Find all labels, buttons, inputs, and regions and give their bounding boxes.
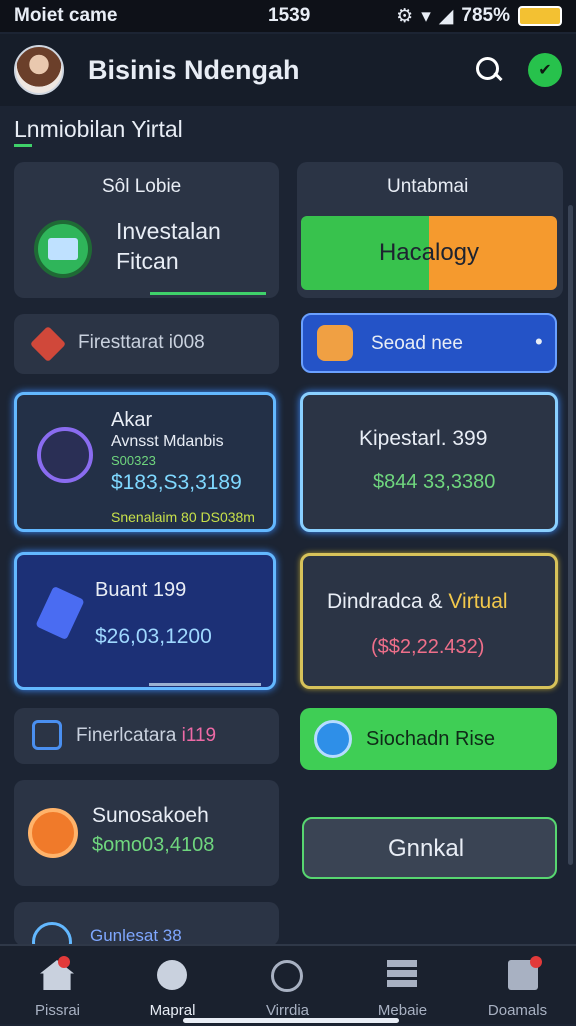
status-bar: Moiet came 1539 ⚙ ▾ ◢ 785%	[0, 0, 576, 32]
document-icon	[35, 585, 85, 641]
more-dot[interactable]: •	[535, 329, 543, 355]
bottom-nav: Pissrai Mapral Virrdia Mebaie Doamals	[0, 944, 576, 1024]
nav-label: Virrdia	[265, 1002, 310, 1019]
card-title: Dindradca & Virtual	[327, 590, 508, 614]
nav-item-4[interactable]: Doamals	[460, 946, 575, 1026]
compass-icon	[271, 960, 303, 992]
avatar[interactable]	[14, 45, 64, 95]
card-title: Sunosakoeh	[92, 804, 209, 827]
chart-up-icon	[37, 427, 93, 483]
nav-label: Pissrai	[34, 1002, 80, 1019]
nav-item-0[interactable]: Pissrai	[0, 946, 115, 1026]
signal-icon: ◢	[438, 5, 454, 27]
nav-label: Doamals	[487, 1002, 548, 1019]
progress-bar	[150, 292, 266, 295]
card-amount: ($$2,22.432)	[371, 636, 485, 658]
button-label: Siochadn Rise	[366, 728, 495, 750]
settings-icon: ⚙	[396, 5, 414, 27]
notification-dot	[530, 956, 542, 968]
list-item-label: Finerlcatara i119	[76, 725, 216, 747]
list-item-label: Seoad nee	[371, 333, 463, 354]
account-card-dindra[interactable]: Dindradca & Virtual ($$2,22.432)	[300, 553, 558, 689]
list-item-fine[interactable]: Finerlcatara i119	[14, 708, 279, 764]
progress-bar	[149, 683, 261, 686]
title-main: Dindradca &	[327, 590, 449, 613]
section-underline	[14, 144, 32, 147]
nav-item-1[interactable]: Mapral	[115, 946, 230, 1026]
account-card-suno[interactable]: Sunosakoeh $omo03,4108	[14, 780, 279, 886]
hacalogy-button[interactable]: Hacalogy	[301, 216, 557, 290]
account-card-partial[interactable]: Gunlesat 38	[14, 902, 279, 946]
link-icon	[32, 720, 62, 750]
nav-item-2[interactable]: Virrdia	[230, 946, 345, 1026]
nav-label: Mebaie	[377, 1002, 428, 1019]
list-item-second[interactable]: Seoad nee •	[301, 313, 557, 373]
card-title: Akar	[111, 409, 153, 431]
notification-dot	[58, 956, 70, 968]
list-item-first[interactable]: Firesttarat i008	[14, 314, 279, 374]
page-title: Bisinis Ndengah	[88, 54, 300, 85]
account-card-buant[interactable]: Buant 199 $26,03,1200	[14, 552, 276, 690]
card-line-2: Fitcan	[116, 248, 179, 274]
section-title: Lnmiobilan Yirtal	[14, 116, 183, 142]
label-suffix: i119	[181, 725, 217, 746]
sioch-button[interactable]: Siochadn Rise	[300, 708, 557, 770]
untabmai-card: Untabmai Hacalogy	[297, 162, 563, 298]
card-line-1: Investalan	[116, 218, 221, 244]
search-icon[interactable]	[474, 55, 504, 85]
nav-item-3[interactable]: Mebaie	[345, 946, 460, 1026]
card-title: Untabmai	[387, 176, 469, 197]
carrier-label: Moiet came	[14, 5, 118, 26]
card-amount: $183,S3,3189	[111, 471, 242, 494]
wifi-icon: ▾	[421, 5, 431, 27]
scrollbar[interactable]	[568, 205, 573, 865]
account-card-kip[interactable]: Kipestarl. 399 $844 33,3380	[300, 392, 558, 532]
card-subtitle: Avnsst Mdanbis	[111, 433, 224, 450]
nav-label: Mapral	[149, 1002, 196, 1019]
send-icon	[314, 720, 352, 758]
calendar-icon	[317, 325, 353, 361]
card-amount: $omo03,4108	[92, 834, 215, 856]
globe-icon	[32, 922, 72, 946]
coin-icon	[28, 808, 78, 858]
chat-icon	[157, 960, 187, 990]
title-accent: Virtual	[448, 590, 508, 613]
app-bar: Bisinis Ndengah ✔	[0, 34, 576, 106]
card-amount: $26,03,1200	[95, 625, 212, 648]
card-footer: Snenalaim 80 DS038m	[111, 509, 255, 525]
card-title: Gunlesat 38	[90, 926, 182, 945]
cube-icon	[29, 325, 67, 363]
stack-coins-icon	[34, 220, 92, 278]
label-main: Finerlcatara	[76, 725, 182, 746]
button-label: Hacalogy	[378, 239, 480, 266]
button-label: Gnnkal	[388, 835, 465, 862]
card-amount: $844 33,3380	[373, 471, 496, 493]
card-title: Kipestarl. 399	[359, 427, 488, 450]
stack-icon	[387, 960, 417, 990]
status-icons: ⚙ ▾ ◢ 785%	[396, 5, 562, 28]
clock: 1539	[268, 5, 311, 26]
account-card-akar[interactable]: Akar Avnsst Mdanbis S00323 $183,S3,3189 …	[14, 392, 276, 532]
gnnkal-button[interactable]: Gnnkal	[302, 817, 557, 879]
list-item-label: Firesttarat i008	[78, 332, 205, 353]
battery-percent: 785%	[461, 5, 510, 26]
card-code: S00323	[111, 453, 156, 468]
home-indicator	[183, 1018, 399, 1023]
battery-icon	[518, 6, 562, 26]
investment-card[interactable]: Sôl Lobie Investalan Fitcan	[14, 162, 279, 298]
verified-badge-icon[interactable]: ✔	[528, 53, 562, 87]
card-eyebrow: Sôl Lobie	[102, 176, 182, 197]
card-title: Buant 199	[95, 579, 187, 601]
